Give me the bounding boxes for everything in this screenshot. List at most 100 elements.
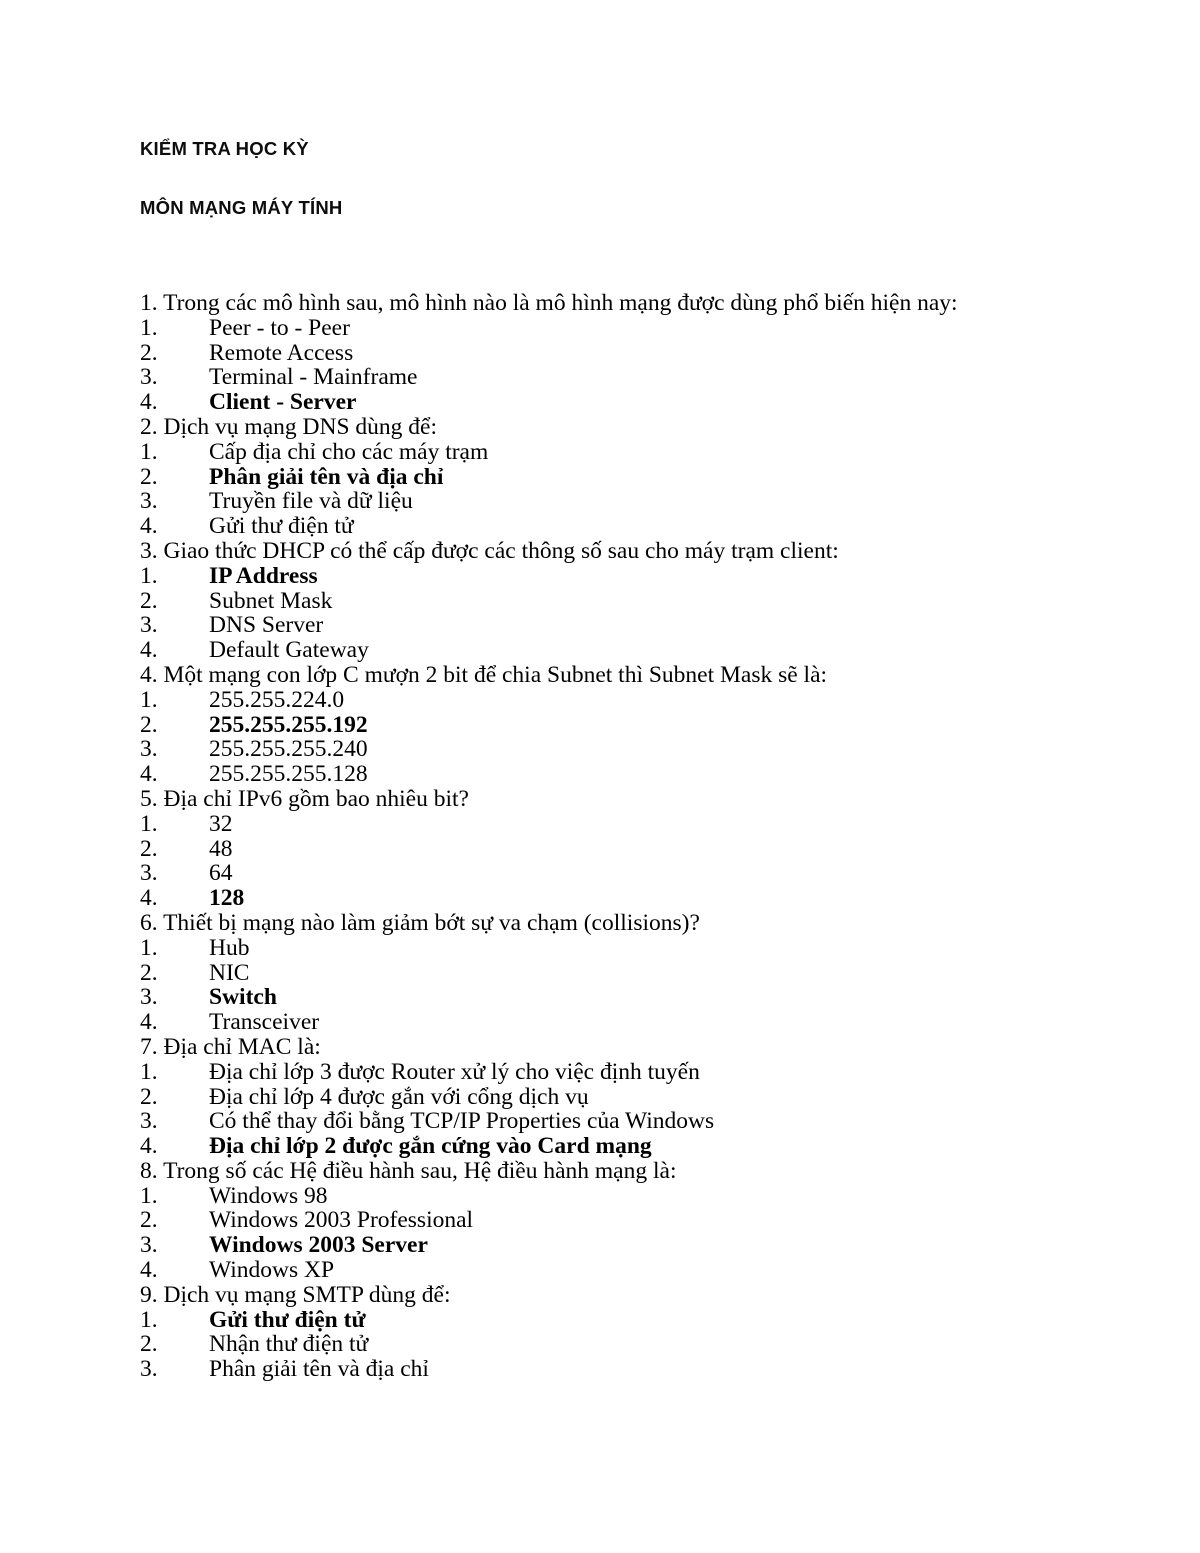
question-text: Địa chỉ IPv6 gồm bao nhiêu bit?: [163, 785, 469, 812]
question-number: 2.: [140, 413, 158, 440]
question-number: 1.: [140, 290, 158, 316]
question-text: Dịch vụ mạng DNS dùng để:: [163, 413, 438, 440]
option-text-correct: Client - Server: [209, 389, 357, 416]
answer-option[interactable]: 2. Phân giải tên và địa chỉ: [140, 463, 1060, 490]
document-title-line-1: KIỂM TRA HỌC KỲ: [140, 138, 309, 159]
answer-option[interactable]: 2. NIC: [140, 960, 1060, 986]
option-number: 4.: [140, 513, 158, 540]
question-text: Dịch vụ mạng SMTP dùng để:: [163, 1281, 451, 1308]
question-text: Địa chỉ MAC là:: [163, 1033, 321, 1060]
option-text: Terminal - Mainframe: [209, 364, 418, 391]
answer-option[interactable]: 4. Windows XP: [140, 1258, 1060, 1283]
option-text-correct: IP Address: [209, 562, 318, 589]
option-text: Địa chỉ lớp 3 được Router xử lý cho việc…: [209, 1058, 700, 1085]
option-text-correct: 255.255.255.192: [209, 711, 368, 738]
option-number: 1.: [140, 438, 158, 465]
answer-option[interactable]: 1. 32: [140, 810, 1060, 837]
answer-option[interactable]: 3. 255.255.255.240: [140, 737, 1060, 762]
answer-option[interactable]: 3. Switch: [140, 985, 1060, 1010]
option-text: 255.255.255.128: [209, 761, 368, 788]
question-text: Thiết bị mạng nào làm giảm bớt sự va chạ…: [163, 909, 700, 936]
answer-option[interactable]: 4. 255.255.255.128: [140, 762, 1060, 787]
answer-option[interactable]: 2. Windows 2003 Professional: [140, 1208, 1060, 1233]
option-number: 4.: [140, 389, 158, 416]
option-text: Phân giải tên và địa chỉ: [209, 1356, 429, 1383]
option-number: 1.: [140, 1182, 158, 1209]
answer-option[interactable]: 1. IP Address: [140, 562, 1060, 589]
option-number: 3.: [140, 364, 158, 391]
option-number: 1.: [140, 934, 158, 961]
answer-option[interactable]: 3. Truyền file và dữ liệu: [140, 489, 1060, 514]
document-content: KIỂM TRA HỌC KỲ MÔN MẠNG MÁY TÍNH 1. Tro…: [140, 136, 1060, 1382]
answer-option[interactable]: 2. Remote Access: [140, 339, 1060, 366]
option-text: Nhận thư điện tử: [209, 1331, 369, 1358]
answer-option[interactable]: 1. Cấp địa chỉ cho các máy trạm: [140, 438, 1060, 465]
answer-option[interactable]: 1. 255.255.224.0: [140, 686, 1060, 713]
answer-option[interactable]: 4. Transceiver: [140, 1010, 1060, 1035]
option-number: 2.: [140, 1331, 158, 1358]
option-number: 4.: [140, 1257, 158, 1284]
answer-option[interactable]: 3. Windows 2003 Server: [140, 1233, 1060, 1258]
option-number: 2.: [140, 1083, 158, 1110]
document-page: KIỂM TRA HỌC KỲ MÔN MẠNG MÁY TÍNH 1. Tro…: [0, 0, 1200, 1553]
option-text: Địa chỉ lớp 4 được gắn với cổng dịch vụ: [209, 1083, 589, 1110]
question-line: 1. Trong các mô hình sau, mô hình nào là…: [140, 291, 1060, 316]
option-text: Default Gateway: [209, 637, 369, 664]
option-text-correct: 128: [209, 885, 245, 912]
option-number: 1.: [140, 810, 158, 837]
option-number: 2.: [140, 587, 158, 614]
answer-option[interactable]: 3. DNS Server: [140, 613, 1060, 638]
answer-option[interactable]: 4. Gửi thư điện tử: [140, 514, 1060, 539]
question-text: Giao thức DHCP có thể cấp được các thông…: [163, 537, 839, 564]
question-line: 3. Giao thức DHCP có thể cấp được các th…: [140, 539, 1060, 564]
option-text: 32: [209, 810, 233, 837]
option-number: 2.: [140, 835, 158, 862]
answer-option[interactable]: 1. Hub: [140, 934, 1060, 961]
question-text: Trong số các Hệ điều hành sau, Hệ điều h…: [163, 1157, 677, 1184]
answer-option[interactable]: 4. Địa chỉ lớp 2 được gắn cứng vào Card m…: [140, 1134, 1060, 1159]
answer-option[interactable]: 1. Địa chỉ lớp 3 được Router xử lý cho vi…: [140, 1058, 1060, 1085]
option-text-correct: Phân giải tên và địa chỉ: [209, 463, 444, 490]
answer-option[interactable]: 2. 255.255.255.192: [140, 711, 1060, 738]
question-number: 4.: [140, 661, 158, 688]
option-text: Có thể thay đổi bằng TCP/IP Properties c…: [209, 1108, 715, 1135]
option-number: 1.: [140, 314, 158, 341]
question-line: 8. Trong số các Hệ điều hành sau, Hệ điề…: [140, 1157, 1060, 1184]
option-number: 2.: [140, 1207, 158, 1234]
option-number: 4.: [140, 761, 158, 788]
option-text: Gửi thư điện tử: [209, 513, 354, 540]
question-number: 9.: [140, 1281, 158, 1308]
answer-option[interactable]: 4. Client - Server: [140, 390, 1060, 415]
answer-option[interactable]: 1. Windows 98: [140, 1182, 1060, 1209]
question-number: 5.: [140, 785, 158, 812]
answer-option[interactable]: 4. 128: [140, 886, 1060, 911]
option-text: 255.255.224.0: [209, 686, 345, 713]
option-text: Remote Access: [209, 339, 354, 366]
answer-option[interactable]: 4. Default Gateway: [140, 638, 1060, 663]
answer-option[interactable]: 2. Địa chỉ lớp 4 được gắn với cổng dịch v…: [140, 1083, 1060, 1110]
option-text: Subnet Mask: [209, 587, 333, 614]
answer-option[interactable]: 3. Terminal - Mainframe: [140, 365, 1060, 390]
question-text: Một mạng con lớp C mượn 2 bit để chia Su…: [163, 661, 828, 688]
option-number: 4.: [140, 1009, 158, 1036]
option-number: 3.: [140, 612, 158, 639]
option-text: Hub: [209, 934, 250, 961]
answer-option[interactable]: 2. 48: [140, 835, 1060, 862]
option-number: 2.: [140, 711, 158, 738]
question-line: 4. Một mạng con lớp C mượn 2 bit để chia…: [140, 663, 1060, 688]
option-number: 2.: [140, 339, 158, 366]
answer-option[interactable]: 1. Peer - to - Peer: [140, 314, 1060, 341]
answer-option[interactable]: 3. 64: [140, 861, 1060, 886]
option-number: 3.: [140, 1108, 158, 1135]
answer-option[interactable]: 3. Có thể thay đổi bằng TCP/IP Properties…: [140, 1109, 1060, 1134]
option-text: 48: [209, 835, 233, 862]
option-number: 3.: [140, 488, 158, 515]
option-text: Windows 98: [209, 1182, 328, 1209]
question-list: 1. Trong các mô hình sau, mô hình nào là…: [140, 291, 1060, 1382]
option-text: Transceiver: [209, 1009, 320, 1036]
answer-option[interactable]: 3. Phân giải tên và địa chỉ: [140, 1357, 1060, 1382]
option-text: 255.255.255.240: [209, 736, 368, 763]
answer-option[interactable]: 2. Nhận thư điện tử: [140, 1332, 1060, 1357]
answer-option[interactable]: 1. Gửi thư điện tử: [140, 1307, 1060, 1333]
answer-option[interactable]: 2. Subnet Mask: [140, 587, 1060, 614]
